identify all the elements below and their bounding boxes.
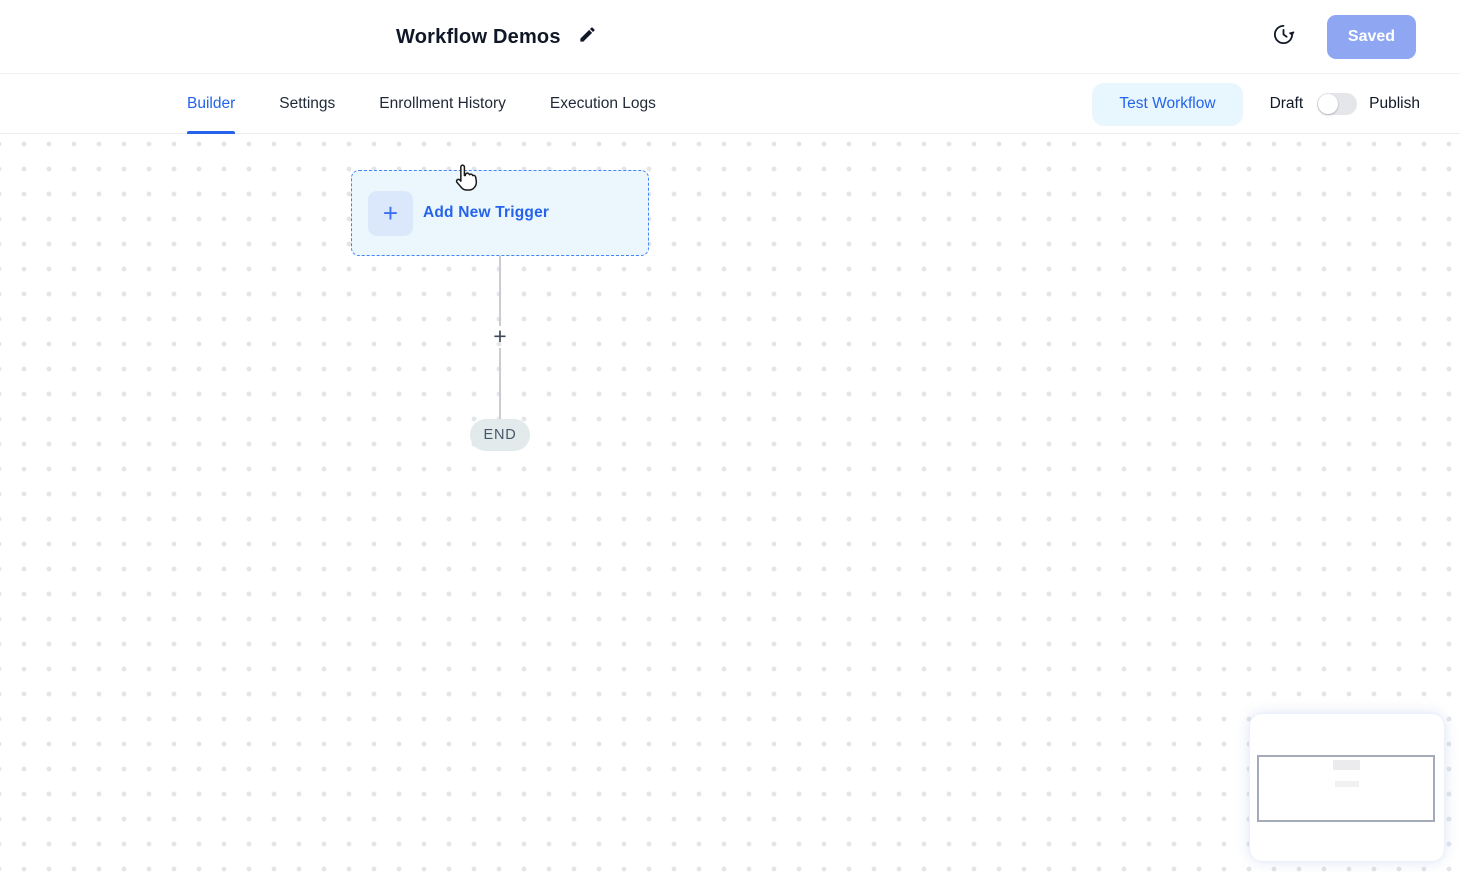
tab-list: Builder Settings Enrollment History Exec…	[187, 74, 656, 133]
end-node: END	[470, 419, 530, 451]
tab-builder[interactable]: Builder	[187, 74, 235, 133]
publish-toggle[interactable]	[1317, 93, 1357, 115]
publish-label: Publish	[1369, 95, 1420, 113]
pencil-icon	[578, 25, 597, 49]
minimap-end-node	[1335, 781, 1359, 787]
test-workflow-button[interactable]: Test Workflow	[1092, 83, 1242, 126]
connector-line-top	[499, 256, 501, 326]
history-icon	[1272, 23, 1295, 51]
save-button[interactable]: Saved	[1327, 15, 1416, 59]
minimap-viewport[interactable]	[1257, 755, 1435, 822]
tab-enrollment-history[interactable]: Enrollment History	[379, 74, 506, 133]
add-step-button[interactable]: +	[488, 324, 512, 348]
connector-line-bottom	[499, 348, 501, 419]
plus-icon: +	[368, 191, 413, 236]
minimap[interactable]	[1250, 714, 1444, 861]
version-history-button[interactable]	[1271, 25, 1295, 49]
edit-title-button[interactable]	[577, 26, 599, 48]
workflow-tabbar: Builder Settings Enrollment History Exec…	[0, 74, 1460, 134]
top-header: Workflow Demos Saved	[0, 0, 1460, 74]
minimap-trigger-node	[1333, 760, 1360, 770]
workflow-canvas[interactable]: + Add New Trigger + END	[0, 134, 1460, 872]
add-new-trigger-button[interactable]: + Add New Trigger	[351, 170, 649, 256]
page-title: Workflow Demos	[396, 26, 561, 49]
publish-toggle-knob	[1318, 94, 1338, 114]
tab-execution-logs[interactable]: Execution Logs	[550, 74, 656, 133]
tabbar-actions: Test Workflow Draft Publish	[1092, 74, 1420, 134]
workflow-title-group: Workflow Demos	[396, 0, 599, 74]
tab-settings[interactable]: Settings	[279, 74, 335, 133]
header-actions: Saved	[1271, 0, 1416, 74]
draft-label: Draft	[1270, 95, 1304, 113]
add-new-trigger-label: Add New Trigger	[423, 204, 549, 222]
